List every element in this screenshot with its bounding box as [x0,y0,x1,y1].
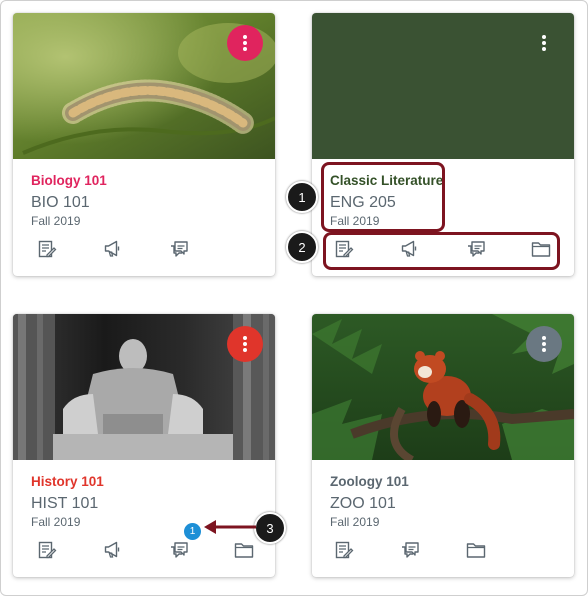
discussions-icon[interactable] [167,538,191,562]
card-options-button[interactable] [526,25,562,61]
kebab-icon [243,35,247,51]
course-card-zoology[interactable]: Zoology 101 ZOO 101 Fall 2019 [312,314,574,577]
assignments-icon[interactable] [35,237,59,261]
course-code: HIST 101 [31,495,99,512]
announcements-icon[interactable] [101,538,125,562]
announcements-icon[interactable] [101,237,125,261]
course-term: Fall 2019 [31,515,81,529]
course-term: Fall 2019 [330,515,380,529]
course-term: Fall 2019 [31,214,81,228]
files-icon[interactable] [232,538,256,562]
callout-marker-2: 2 [286,231,318,263]
discussions-icon[interactable] [398,538,422,562]
card-actions [312,538,574,562]
card-actions: 1 [13,523,275,562]
card-options-button[interactable] [227,25,263,61]
kebab-icon [243,336,247,352]
course-title[interactable]: History 101 [31,474,104,489]
unread-count-badge: 1 [184,523,201,540]
assignments-icon[interactable] [332,538,356,562]
assignments-icon[interactable] [35,538,59,562]
callout-marker-1: 1 [286,181,318,213]
course-card-biology[interactable]: Biology 101 BIO 101 Fall 2019 [13,13,275,276]
callout-arrow [204,520,256,534]
kebab-icon [542,35,546,51]
discussions-icon[interactable] [167,237,191,261]
card-options-button[interactable] [227,326,263,362]
callout-outline-title [321,162,445,232]
course-code: ZOO 101 [330,495,396,512]
course-code: BIO 101 [31,194,90,211]
callout-outline-actions [323,232,560,270]
card-actions [13,237,275,261]
card-options-button[interactable] [526,326,562,362]
course-title[interactable]: Biology 101 [31,173,107,188]
course-title[interactable]: Zoology 101 [330,474,409,489]
kebab-icon [542,336,546,352]
course-card-history[interactable]: History 101 HIST 101 Fall 2019 1 [13,314,275,577]
files-icon[interactable] [464,538,488,562]
